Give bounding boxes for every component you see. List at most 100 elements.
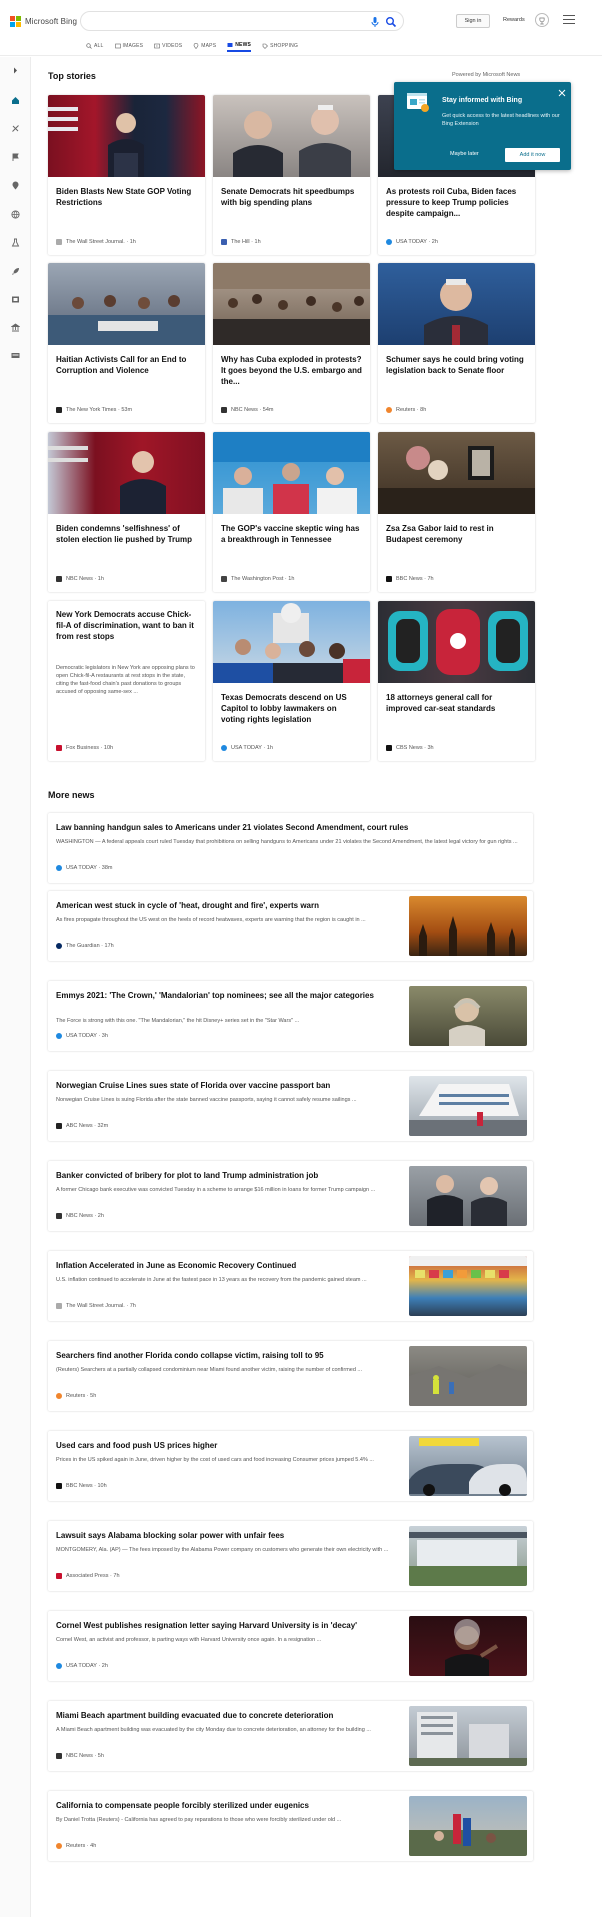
tab-news[interactable]: NEWS [227,40,252,52]
news-title[interactable]: American west stuck in cycle of 'heat, d… [56,900,401,911]
publisher-logo-icon [56,239,62,245]
tab-shopping[interactable]: SHOPPING [262,40,298,52]
news-title[interactable]: Cornel West publishes resignation letter… [56,1620,401,1631]
news-source: The Wall Street Journal. · 1h [56,239,136,245]
search-icon[interactable] [385,16,397,28]
news-snippet: By Daniel Trotta (Reuters) - California … [56,1817,342,1823]
news-list-item[interactable]: Norwegian Cruise Lines sues state of Flo… [48,1071,533,1141]
news-image [409,1076,527,1136]
news-card[interactable]: New York Democrats accuse Chick-fil-A of… [48,601,205,761]
rewards-link[interactable]: Rewards [503,17,525,23]
news-title[interactable]: Zsa Zsa Gabor laid to rest in Budapest c… [386,523,527,545]
news-image [213,432,370,514]
tab-images[interactable]: IMAGES [114,40,144,52]
news-image [378,263,535,345]
news-title[interactable]: California to compensate people forcibly… [56,1800,401,1811]
news-image [409,1166,527,1226]
maybe-later-button[interactable]: Maybe later [450,151,479,157]
news-source: The Guardian · 17h [56,943,114,949]
news-image [409,1436,527,1496]
news-list-item[interactable]: Emmys 2021: 'The Crown,' 'Mandalorian' t… [48,981,533,1051]
news-list-item[interactable]: California to compensate people forcibly… [48,1791,533,1861]
publisher-logo-icon [56,1303,62,1309]
news-card[interactable]: Haitian Activists Call for an End to Cor… [48,263,205,423]
publisher-logo-icon [386,239,392,245]
money-icon[interactable] [11,351,20,360]
world-icon[interactable] [11,210,20,219]
news-title[interactable]: Texas Democrats descend on US Capitol to… [221,692,362,725]
news-card[interactable]: The GOP's vaccine skeptic wing has a bre… [213,432,370,592]
news-title[interactable]: New York Democrats accuse Chick-fil-A of… [56,609,197,642]
news-list-item[interactable]: Inflation Accelerated in June as Economi… [48,1251,533,1321]
news-title[interactable]: Searchers find another Florida condo col… [56,1350,401,1361]
news-image [409,1256,527,1316]
rocket-icon[interactable] [11,267,20,276]
rewards-trophy-icon[interactable] [535,13,549,27]
news-title[interactable]: The GOP's vaccine skeptic wing has a bre… [221,523,362,545]
bank-icon[interactable] [11,323,20,332]
news-list-item[interactable]: Banker convicted of bribery for plot to … [48,1161,533,1231]
news-title[interactable]: Senate Democrats hit speedbumps with big… [221,186,362,208]
hamburger-menu-icon[interactable] [563,15,575,25]
news-list-item[interactable]: Searchers find another Florida condo col… [48,1341,533,1411]
news-title[interactable]: Inflation Accelerated in June as Economi… [56,1260,401,1271]
news-source: USA TODAY · 2h [56,1663,108,1669]
flag-icon[interactable] [11,153,20,162]
news-title[interactable]: Lawsuit says Alabama blocking solar powe… [56,1530,401,1541]
home-icon[interactable] [11,96,20,105]
search-input[interactable] [80,11,404,31]
news-card[interactable]: Texas Democrats descend on US Capitol to… [213,601,370,761]
location-icon[interactable] [11,181,20,190]
news-card[interactable]: Zsa Zsa Gabor laid to rest in Budapest c… [378,432,535,592]
news-title[interactable]: Schumer says he could bring voting legis… [386,354,527,376]
tag-icon [262,43,268,49]
news-title[interactable]: Law banning handgun sales to Americans u… [56,822,526,833]
news-title[interactable]: Miami Beach apartment building evacuated… [56,1710,401,1721]
publisher-logo-icon [56,1753,62,1759]
microphone-icon[interactable] [369,16,381,28]
news-title[interactable]: Biden Blasts New State GOP Voting Restri… [56,186,197,208]
science-icon[interactable] [11,238,20,247]
news-list-item[interactable]: Cornel West publishes resignation letter… [48,1611,533,1681]
news-title[interactable]: Why has Cuba exploded in protests? It go… [221,354,362,387]
news-list-item[interactable]: Miami Beach apartment building evacuated… [48,1701,533,1771]
news-title[interactable]: Haitian Activists Call for an End to Cor… [56,354,197,376]
news-title[interactable]: Norwegian Cruise Lines sues state of Flo… [56,1080,401,1091]
news-title[interactable]: Emmys 2021: 'The Crown,' 'Mandalorian' t… [56,990,401,1001]
news-card[interactable]: Schumer says he could bring voting legis… [378,263,535,423]
news-card[interactable]: 18 attorneys general call for improved c… [378,601,535,761]
news-title[interactable]: As protests roil Cuba, Biden faces press… [386,186,527,219]
news-snippet: The Force is strong with this one. "The … [56,1018,300,1024]
news-source: NBC News · 54m [221,407,274,413]
microsoft-logo-icon [10,16,21,27]
close-icon[interactable] [558,89,566,97]
publisher-logo-icon [386,745,392,751]
news-list-item[interactable]: Law banning handgun sales to Americans u… [48,813,533,883]
news-title[interactable]: 18 attorneys general call for improved c… [386,692,527,714]
map-pin-icon [193,42,199,50]
news-card[interactable]: Why has Cuba exploded in protests? It go… [213,263,370,423]
news-list-item[interactable]: Used cars and food push US prices higher… [48,1431,533,1501]
bing-logo[interactable]: Microsoft Bing [10,16,77,27]
publisher-logo-icon [56,745,62,751]
tab-videos[interactable]: VIDEOS [154,40,182,52]
publisher-logo-icon [56,576,62,582]
news-title[interactable]: Biden condemns 'selfishness' of stolen e… [56,523,197,545]
expand-icon[interactable] [11,66,20,75]
news-list-item[interactable]: American west stuck in cycle of 'heat, d… [48,891,533,961]
sign-in-button[interactable]: Sign in [456,14,490,28]
news-list-item[interactable]: Lawsuit says Alabama blocking solar powe… [48,1521,533,1591]
news-title[interactable]: Used cars and food push US prices higher [56,1440,401,1451]
entertainment-icon[interactable] [11,295,20,304]
news-title[interactable]: Banker convicted of bribery for plot to … [56,1170,401,1181]
news-card[interactable]: Biden condemns 'selfishness' of stolen e… [48,432,205,592]
news-image [409,1346,527,1406]
news-snippet: U.S. inflation continued to accelerate i… [56,1277,367,1283]
tab-all[interactable]: ALL [86,40,104,52]
tab-maps[interactable]: MAPS [193,40,216,52]
publisher-logo-icon [221,745,227,751]
add-extension-button[interactable]: Add it now [505,148,560,162]
sports-icon[interactable] [11,124,20,133]
news-card[interactable]: Biden Blasts New State GOP Voting Restri… [48,95,205,255]
news-card[interactable]: Senate Democrats hit speedbumps with big… [213,95,370,255]
